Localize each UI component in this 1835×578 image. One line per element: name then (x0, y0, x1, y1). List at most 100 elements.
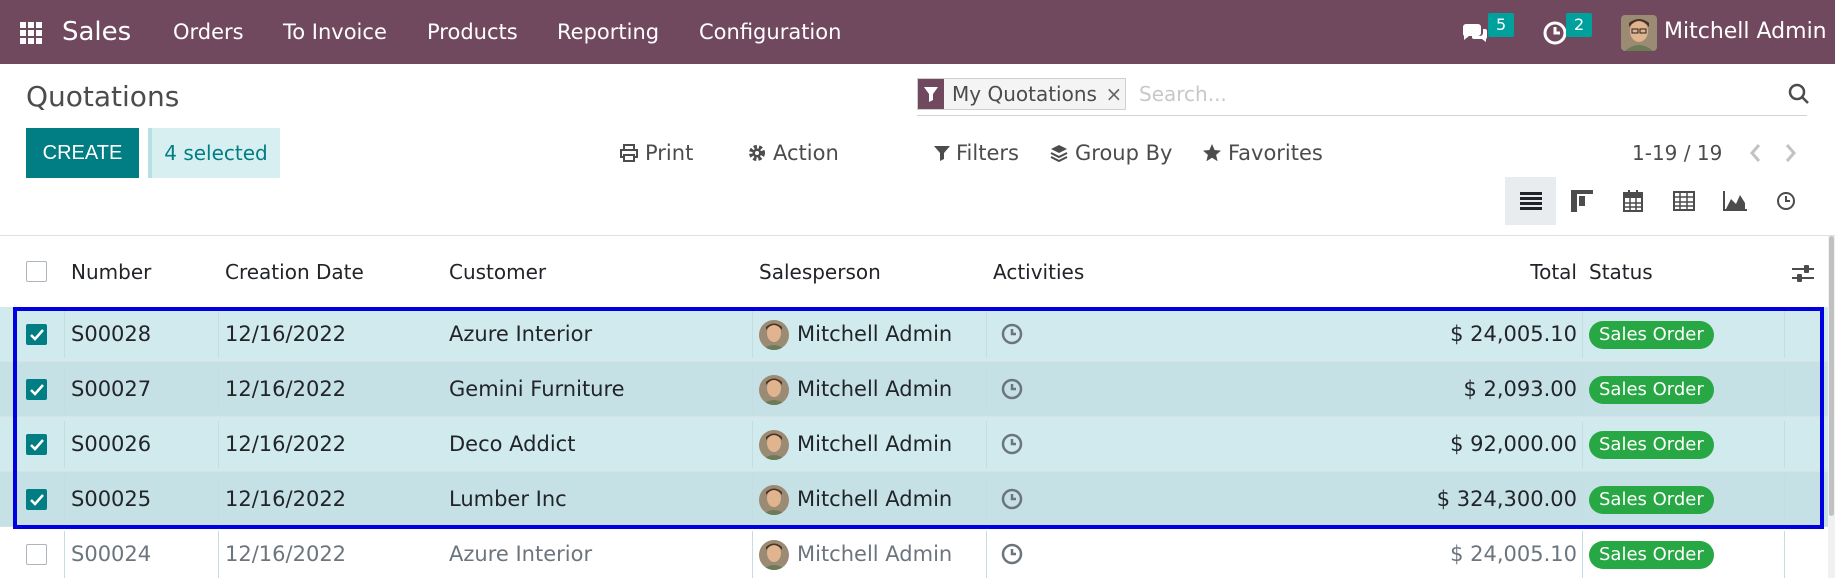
filters-button[interactable]: Filters (934, 140, 1019, 166)
status-badge: Sales Order (1589, 376, 1714, 404)
pager-next-icon[interactable] (1780, 142, 1800, 164)
calendar-view-icon[interactable] (1607, 177, 1658, 225)
print-label: Print (645, 141, 694, 165)
pager-previous-icon[interactable] (1746, 142, 1766, 164)
user-name[interactable]: Mitchell Admin (1664, 19, 1827, 45)
row-checkbox[interactable] (26, 379, 47, 400)
row-total: $ 24,005.10 (1450, 322, 1577, 346)
activity-view-icon[interactable] (1760, 177, 1811, 225)
search-input[interactable] (1139, 80, 1699, 108)
search-facet[interactable]: My Quotations × (917, 78, 1126, 110)
messages-count-badge: 5 (1488, 13, 1515, 37)
table-body: S00028 12/16/2022 Azure Interior Mitchell A… (0, 307, 1835, 578)
pager-value[interactable]: 1-19 / 19 (1632, 140, 1722, 166)
status-badge: Sales Order (1589, 321, 1714, 349)
table-header: Number Creation Date Customer Salesperso… (0, 254, 1835, 306)
graph-view-icon[interactable] (1709, 177, 1760, 225)
row-number: S00027 (71, 377, 152, 401)
row-salesperson: Mitchell Admin (797, 377, 953, 401)
salesperson-avatar (759, 430, 789, 460)
column-customer[interactable]: Customer (449, 254, 546, 290)
table-row[interactable]: S00025 12/16/2022 Lumber Inc Mitchell Admin… (0, 472, 1835, 527)
activity-clock-icon[interactable] (1000, 432, 1024, 456)
activity-clock-icon[interactable] (1000, 487, 1024, 511)
view-switcher (1505, 177, 1811, 225)
column-number[interactable]: Number (71, 254, 151, 290)
row-checkbox[interactable] (26, 544, 47, 565)
row-salesperson: Mitchell Admin (797, 542, 953, 566)
print-button[interactable]: Print (619, 140, 693, 166)
row-customer: Azure Interior (449, 542, 593, 566)
favorites-button[interactable]: Favorites (1202, 140, 1323, 166)
action-button[interactable]: Action (747, 140, 839, 166)
activity-clock-icon[interactable] (1000, 542, 1024, 566)
row-checkbox[interactable] (26, 434, 47, 455)
row-number: S00025 (71, 487, 152, 511)
row-customer: Lumber Inc (449, 487, 567, 511)
messages-icon[interactable] (1460, 17, 1490, 47)
row-checkbox[interactable] (26, 489, 47, 510)
row-total: $ 324,300.00 (1436, 487, 1577, 511)
row-checkbox[interactable] (26, 324, 47, 345)
app-name[interactable]: Sales (62, 15, 131, 49)
activity-clock-icon[interactable] (1000, 322, 1024, 346)
control-panel-divider (0, 235, 1835, 236)
filters-label: Filters (956, 141, 1019, 165)
activity-clock-icon[interactable] (1000, 377, 1024, 401)
row-creation-date: 12/16/2022 (225, 487, 347, 511)
column-status[interactable]: Status (1589, 254, 1653, 290)
kanban-view-icon[interactable] (1556, 177, 1607, 225)
salesperson-avatar (759, 375, 789, 405)
pivot-view-icon[interactable] (1658, 177, 1709, 225)
filter-facet-icon (918, 79, 944, 109)
row-total: $ 92,000.00 (1450, 432, 1577, 456)
row-creation-date: 12/16/2022 (225, 432, 347, 456)
menu-products[interactable]: Products (427, 19, 518, 45)
user-avatar[interactable] (1621, 15, 1657, 51)
row-number: S00028 (71, 322, 152, 346)
create-button[interactable]: CREATE (26, 128, 139, 178)
facet-close-icon[interactable]: × (1102, 79, 1125, 109)
menu-reporting[interactable]: Reporting (557, 19, 659, 45)
column-creation-date[interactable]: Creation Date (225, 254, 364, 290)
top-navbar: Sales Orders To Invoice Products Reporti… (0, 0, 1835, 64)
row-customer: Gemini Furniture (449, 377, 625, 401)
search-icon[interactable] (1787, 82, 1811, 106)
menu-orders[interactable]: Orders (173, 19, 244, 45)
column-salesperson[interactable]: Salesperson (759, 254, 881, 290)
list-scrollbar[interactable] (1828, 236, 1835, 578)
app-menu-grid-icon[interactable] (20, 22, 42, 44)
search-bar: My Quotations × (917, 78, 1809, 116)
row-customer: Deco Addict (449, 432, 576, 456)
selected-count-badge[interactable]: 4 selected (148, 128, 280, 178)
row-customer: Azure Interior (449, 322, 593, 346)
favorites-label: Favorites (1228, 141, 1323, 165)
row-creation-date: 12/16/2022 (225, 377, 347, 401)
table-row[interactable]: S00028 12/16/2022 Azure Interior Mitchell A… (0, 307, 1835, 362)
column-activities[interactable]: Activities (993, 254, 1084, 290)
page-title: Quotations (26, 80, 180, 113)
row-creation-date: 12/16/2022 (225, 542, 347, 566)
menu-to-invoice[interactable]: To Invoice (283, 19, 387, 45)
list-view-icon[interactable] (1505, 177, 1556, 225)
table-row[interactable]: S00024 12/16/2022 Azure Interior Mitchell A… (0, 527, 1835, 578)
table-row[interactable]: S00026 12/16/2022 Deco Addict Mitchell Admi… (0, 417, 1835, 472)
group-by-button[interactable]: Group By (1049, 140, 1172, 166)
select-all-checkbox[interactable] (26, 261, 47, 282)
row-number: S00026 (71, 432, 152, 456)
search-facet-label: My Quotations (944, 79, 1103, 109)
salesperson-avatar (759, 540, 789, 570)
optional-columns-toggle-icon[interactable] (1792, 263, 1814, 289)
column-total[interactable]: Total (1530, 254, 1577, 290)
table-row[interactable]: S00027 12/16/2022 Gemini Furniture Mitchell… (0, 362, 1835, 417)
layers-icon (1049, 143, 1069, 163)
row-total: $ 24,005.10 (1450, 542, 1577, 566)
action-label: Action (773, 141, 839, 165)
filter-icon (934, 144, 950, 162)
status-badge: Sales Order (1589, 541, 1714, 569)
status-badge: Sales Order (1589, 431, 1714, 459)
row-creation-date: 12/16/2022 (225, 322, 347, 346)
row-salesperson: Mitchell Admin (797, 432, 953, 456)
gear-icon (747, 143, 767, 163)
menu-configuration[interactable]: Configuration (699, 19, 841, 45)
